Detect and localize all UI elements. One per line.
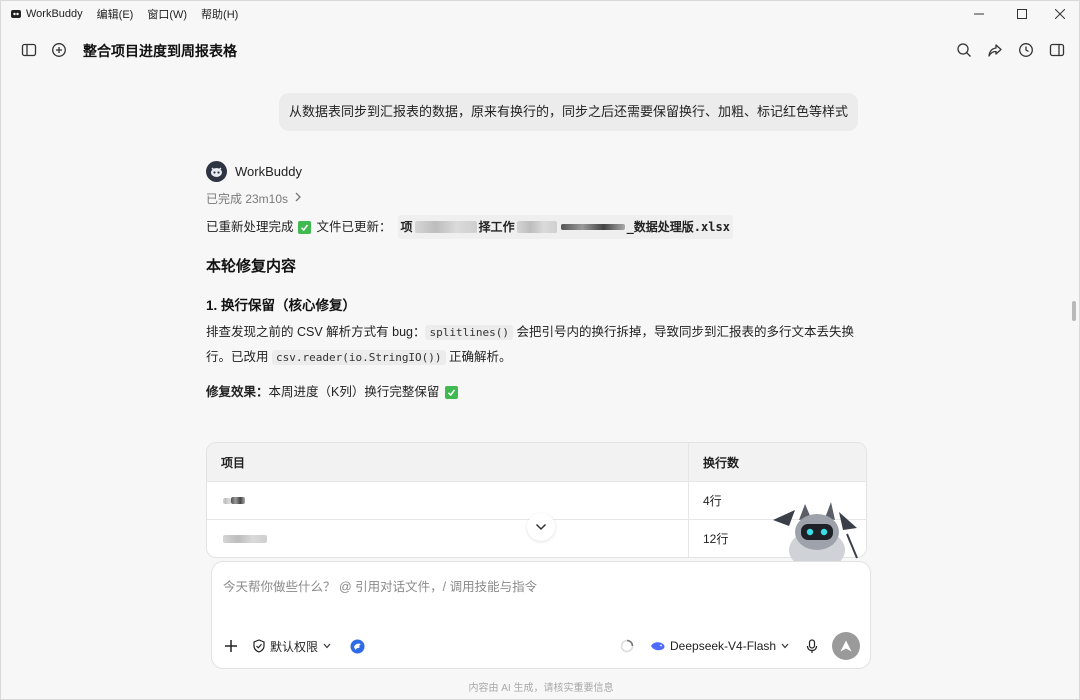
- page-title: 整合项目进度到周报表格: [83, 43, 237, 59]
- permission-label: 默认权限: [270, 639, 319, 654]
- table-cell-project: [207, 520, 689, 557]
- history-icon[interactable]: [1016, 40, 1036, 60]
- agent-avatar: [206, 160, 227, 182]
- file-name[interactable]: 项 择工 作 _数据处理版.xlsx: [397, 215, 733, 239]
- ai-disclaimer: 内容由 AI 生成，请核实重要信息: [468, 683, 614, 694]
- result-line: 已重新处理完成 文件已更新： 项 择工 作 _数据处理版.xlsx: [206, 215, 866, 239]
- title-bar: WorkBuddy 编辑(E) 窗口(W) 帮助(H): [1, 1, 1079, 27]
- add-attachment-button[interactable]: [224, 636, 238, 656]
- effect-text: 本周进度（K列）换行完整保留: [268, 385, 440, 399]
- share-icon[interactable]: [985, 40, 1005, 60]
- chevron-right-icon: [294, 191, 302, 205]
- file-name-prefix: 项: [400, 220, 413, 234]
- arrow-up-icon: [839, 639, 853, 653]
- check-icon: [445, 385, 459, 399]
- table-cell-project: [207, 482, 689, 519]
- search-icon[interactable]: [954, 40, 974, 60]
- conversation-area[interactable]: 从数据表同步到汇报表的数据，原来有换行的，同步之后还需要保留换行、加粗、标记红色…: [1, 73, 1071, 561]
- chevron-down-icon: [781, 643, 789, 649]
- minimize-button[interactable]: [956, 1, 1002, 27]
- completion-status[interactable]: 已完成 23m10s: [206, 189, 866, 207]
- effect-label: 修复效果：: [206, 385, 269, 399]
- desc-part-c: 正确解析。: [445, 350, 512, 364]
- redacted-text: [414, 221, 477, 233]
- menu-help[interactable]: 帮助(H): [201, 6, 238, 22]
- mascot-image: [769, 498, 861, 561]
- message-input[interactable]: 今天帮你做些什么？ @ 引用对话文件，/ 调用技能与指令: [223, 576, 537, 595]
- menu-edit[interactable]: 编辑(E): [97, 6, 134, 22]
- scrollbar-thumb[interactable]: [1072, 301, 1076, 321]
- status-text: 已完成 23m10s: [206, 191, 289, 206]
- table-header-row: 项目 换行数: [207, 443, 866, 481]
- app-name: WorkBuddy: [26, 8, 83, 20]
- deepseek-whale-icon: [650, 640, 666, 652]
- column-header-project: 项目: [207, 443, 689, 481]
- results-table: 项目 换行数 4行 12行: [206, 442, 867, 558]
- new-chat-icon[interactable]: [49, 40, 69, 60]
- send-button[interactable]: [832, 632, 860, 660]
- desc-part-a: 排查发现之前的 CSV 解析方式有 bug：: [206, 325, 426, 339]
- blue-bird-icon: [350, 639, 365, 654]
- file-updated-label: 文件已更新：: [316, 220, 392, 234]
- intro-text: 已重新处理完成: [206, 220, 294, 234]
- redacted-text: [223, 497, 231, 504]
- close-button[interactable]: [1037, 1, 1080, 27]
- section-title: 本轮修复内容: [206, 258, 297, 275]
- check-icon: [297, 220, 311, 234]
- fix-description: 排查发现之前的 CSV 解析方式有 bug： splitlines() 会把引号内…: [206, 320, 861, 370]
- file-name-mid: 作: [502, 220, 515, 234]
- code-csv-reader: csv.reader(io.StringIO()): [271, 350, 446, 365]
- side-panel-icon[interactable]: [1047, 40, 1067, 60]
- app-window: WorkBuddy 编辑(E) 窗口(W) 帮助(H) 整合项目进度到周报表格: [0, 0, 1080, 700]
- code-splitlines: splitlines(): [425, 325, 513, 340]
- agent-header: WorkBuddy: [206, 159, 866, 183]
- model-name: Deepseek-V4-Flash: [670, 639, 777, 653]
- scroll-to-bottom-button[interactable]: [527, 513, 555, 541]
- user-message-bubble: 从数据表同步到汇报表的数据，原来有换行的，同步之后还需要保留换行、加粗、标记红色…: [278, 93, 858, 131]
- microphone-button[interactable]: [806, 636, 818, 656]
- agent-response: WorkBuddy 已完成 23m10s 已重新处理完成 文件已更新： 项 择工: [206, 159, 866, 404]
- app-logo-icon: [10, 8, 22, 20]
- chevron-down-icon: [323, 643, 331, 649]
- redacted-text: [223, 534, 267, 543]
- redacted-text: [231, 497, 245, 504]
- fix-effect: 修复效果： 本周进度（K列）换行完整保留: [206, 380, 866, 404]
- redacted-text: [516, 221, 557, 233]
- sidebar-toggle-icon[interactable]: [19, 40, 39, 60]
- column-header-line-count: 换行数: [703, 455, 740, 470]
- agent-name: WorkBuddy: [235, 163, 302, 179]
- redacted-text: [560, 224, 625, 230]
- shield-check-icon: [252, 639, 266, 653]
- file-name-suffix: _数据处理版.xlsx: [626, 220, 730, 234]
- subsection-title: 1. 换行保留（核心修复）: [206, 298, 357, 313]
- conversation-header: 整合项目进度到周报表格: [1, 27, 1079, 73]
- microphone-icon: [806, 638, 818, 654]
- loading-spinner-icon: [620, 636, 634, 656]
- menu-window[interactable]: 窗口(W): [147, 6, 187, 22]
- integration-button[interactable]: [350, 636, 365, 656]
- composer[interactable]: 今天帮你做些什么？ @ 引用对话文件，/ 调用技能与指令 默认权限 Deepse…: [211, 561, 871, 669]
- permission-selector[interactable]: 默认权限: [252, 636, 331, 656]
- model-selector[interactable]: Deepseek-V4-Flash: [650, 636, 789, 656]
